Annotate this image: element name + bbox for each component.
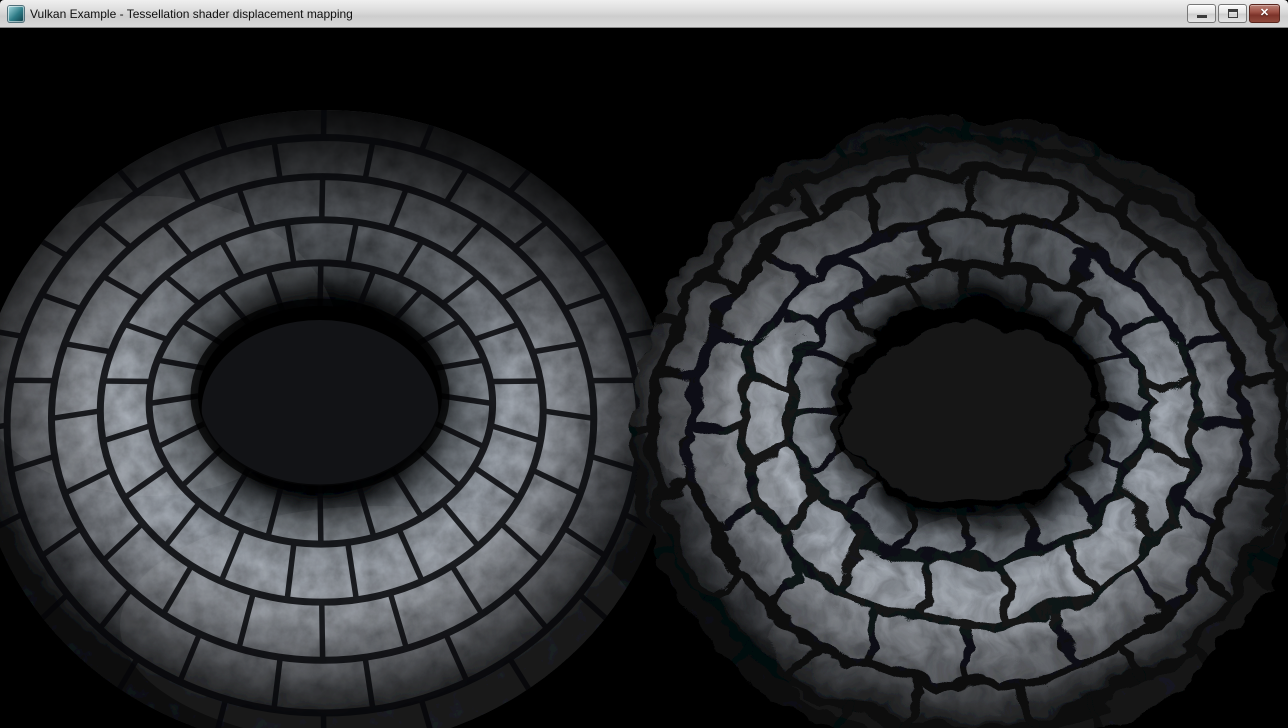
minimize-button[interactable] <box>1187 4 1216 23</box>
window-controls: ✕ <box>1187 4 1280 23</box>
maximize-icon <box>1228 9 1238 18</box>
scene-svg <box>0 28 1288 728</box>
app-icon[interactable] <box>8 6 24 22</box>
torus-without-displacement <box>0 110 672 728</box>
close-icon: ✕ <box>1260 8 1269 19</box>
minimize-icon <box>1197 15 1207 18</box>
torus-with-displacement <box>603 114 1288 728</box>
maximize-button[interactable] <box>1218 4 1247 23</box>
window-title: Vulkan Example - Tessellation shader dis… <box>30 6 353 21</box>
title-bar[interactable]: Vulkan Example - Tessellation shader dis… <box>0 0 1288 28</box>
app-window: Vulkan Example - Tessellation shader dis… <box>0 0 1288 728</box>
close-button[interactable]: ✕ <box>1249 4 1280 23</box>
render-viewport[interactable] <box>0 28 1288 728</box>
